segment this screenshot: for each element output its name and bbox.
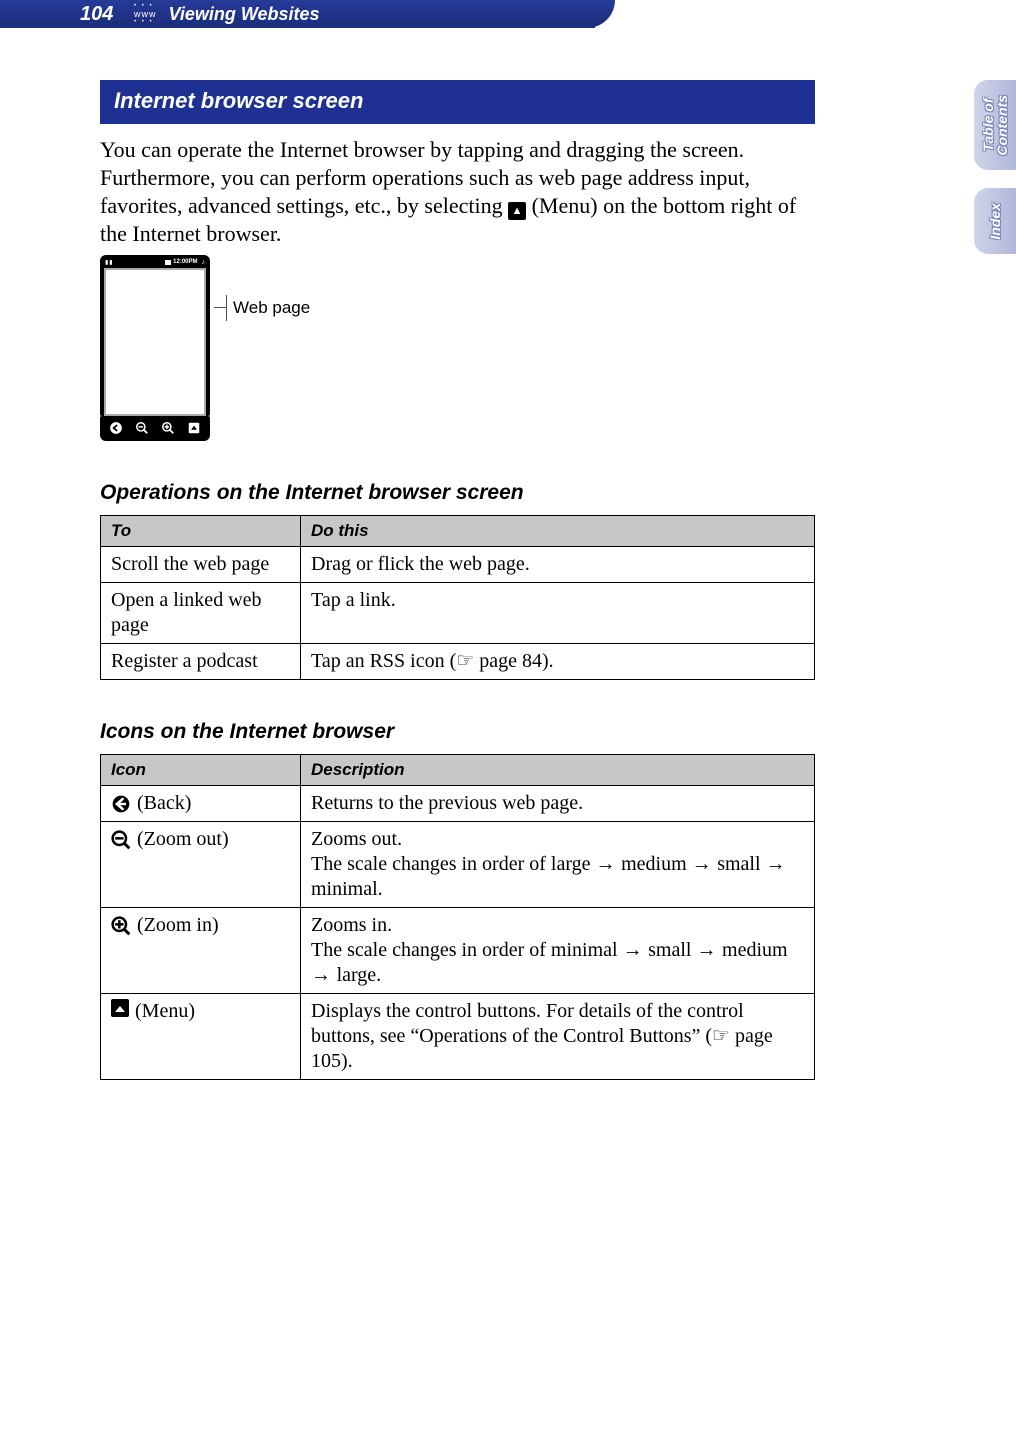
- operations-table: To Do this Scroll the web page Drag or f…: [100, 515, 815, 680]
- zoom-out-icon: [111, 830, 131, 850]
- table-row: (Zoom out) Zooms out. The scale changes …: [101, 821, 815, 907]
- pointer-icon: ☞: [456, 650, 474, 672]
- operations-heading: Operations on the Internet browser scree…: [100, 481, 815, 505]
- page-header: 104 • • • www • • • Viewing Websites: [0, 0, 595, 28]
- status-pause-icon: ▮▮: [105, 259, 114, 266]
- table-row: (Menu) Displays the control buttons. For…: [101, 993, 815, 1079]
- intro-paragraph: You can operate the Internet browser by …: [100, 136, 815, 249]
- table-row: Scroll the web page Drag or flick the we…: [101, 546, 815, 582]
- callout-webpage: Web page: [214, 295, 310, 321]
- zoom-in-icon: [159, 421, 177, 435]
- col-icon: Icon: [101, 754, 301, 785]
- status-time: 12:00PM: [173, 259, 197, 265]
- menu-icon: [185, 421, 203, 435]
- menu-icon: [111, 999, 129, 1017]
- col-description: Description: [301, 754, 815, 785]
- table-row: Register a podcast Tap an RSS icon (☞ pa…: [101, 643, 815, 679]
- col-do: Do this: [301, 515, 815, 546]
- back-icon: [111, 794, 131, 814]
- back-icon: [107, 421, 125, 435]
- device-mock: ▮▮ 12:00PM ♪: [100, 255, 210, 441]
- tab-index[interactable]: Index: [974, 188, 1016, 254]
- zoom-out-icon: [133, 421, 151, 435]
- table-row: Open a linked web page Tap a link.: [101, 582, 815, 643]
- pointer-icon: ☞: [712, 1025, 730, 1047]
- table-row: (Zoom in) Zooms in. The scale changes in…: [101, 907, 815, 993]
- content-heading: Internet browser screen: [100, 80, 815, 124]
- icons-table: Icon Description (Back) Returns to the p…: [100, 754, 815, 1080]
- section-title: Viewing Websites: [169, 4, 320, 25]
- col-to: To: [101, 515, 301, 546]
- table-row: (Back) Returns to the previous web page.: [101, 785, 815, 821]
- tab-table-of-contents[interactable]: Table of Contents: [974, 80, 1016, 170]
- www-icon: • • • www • • •: [130, 2, 169, 26]
- page-number: 104: [0, 3, 130, 26]
- icons-heading: Icons on the Internet browser: [100, 720, 815, 744]
- zoom-in-icon: [111, 916, 131, 936]
- menu-icon: ▲: [508, 202, 526, 220]
